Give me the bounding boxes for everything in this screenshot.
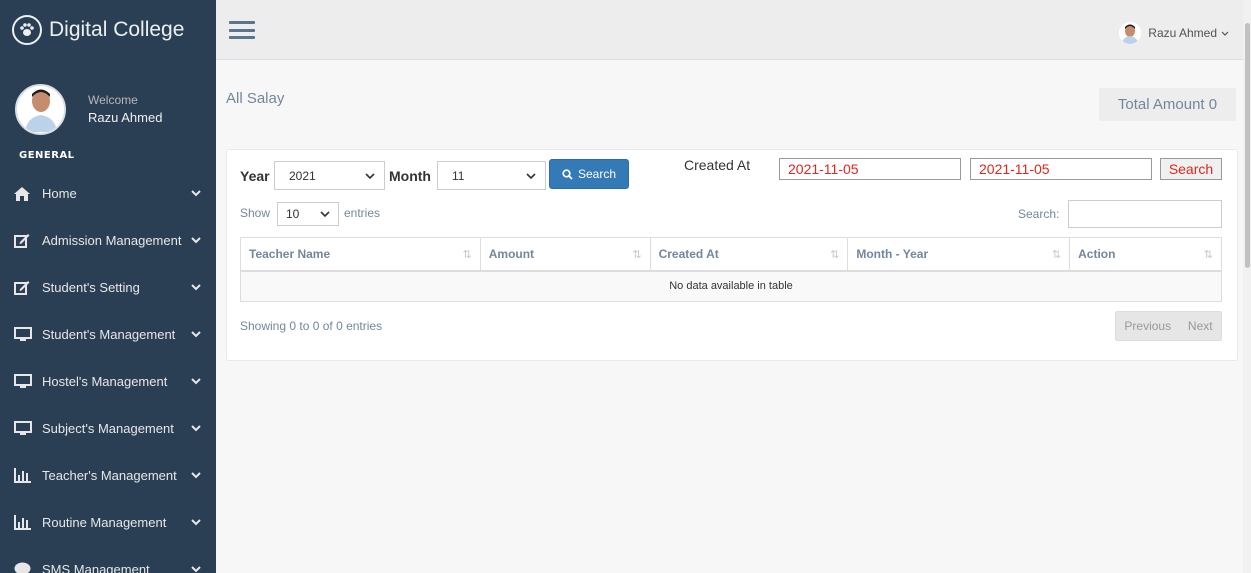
vertical-scrollbar[interactable]: [1243, 0, 1251, 573]
pagination: Previous Next: [1115, 311, 1222, 341]
year-label: Year: [240, 168, 270, 184]
sidebar-item-label: Routine Management: [42, 515, 167, 530]
sidebar-item-label: Student's Management: [42, 327, 176, 342]
chevron-down-icon: [190, 190, 202, 197]
bar-chart-icon: [14, 515, 38, 530]
top-nav: Razu Ahmed: [216, 0, 1251, 60]
brand[interactable]: Digital College: [0, 0, 216, 60]
menu-section-title: GENERAL: [19, 150, 75, 161]
next-button[interactable]: Next: [1188, 319, 1213, 333]
chevron-down-icon: [190, 378, 202, 385]
desktop-icon: [14, 327, 38, 342]
sidebar-item-subjects-management[interactable]: Subject's Management: [0, 405, 216, 452]
column-header-month-year[interactable]: Month - Year ⇅: [847, 237, 1071, 272]
column-header-action[interactable]: Action ⇅: [1069, 237, 1222, 272]
edit-icon: [14, 280, 38, 295]
created-at-label: Created At: [684, 157, 751, 173]
sidebar-item-sms-management[interactable]: SMS Management: [0, 546, 216, 573]
chevron-down-icon: [190, 331, 202, 338]
chevron-down-icon: [190, 519, 202, 526]
scrollbar-thumb[interactable]: [1245, 23, 1250, 268]
profile-name: Razu Ahmed: [88, 110, 163, 125]
sort-icon: ⇅: [1203, 249, 1213, 261]
month-select-value: 11: [452, 168, 465, 183]
avatar: [15, 83, 66, 135]
sidebar-item-hostels-management[interactable]: Hostel's Management: [0, 358, 216, 405]
chevron-down-icon: [190, 237, 202, 244]
date-search-button[interactable]: Search: [1160, 158, 1222, 180]
sidebar-item-label: Teacher's Management: [42, 468, 177, 483]
year-select[interactable]: 2021: [274, 161, 385, 190]
home-icon: [14, 186, 38, 201]
show-label: Show: [240, 206, 271, 220]
chevron-down-icon: [190, 425, 202, 432]
chevron-down-icon: [365, 169, 375, 186]
search-icon: [562, 168, 573, 180]
sidebar-item-admission-management[interactable]: Admission Management: [0, 217, 216, 264]
comment-icon: [14, 562, 38, 573]
sort-asc-icon: ⇅: [462, 249, 472, 261]
total-amount: Total Amount 0: [1099, 88, 1236, 121]
sidebar-item-label: Home: [42, 186, 77, 201]
desktop-icon: [14, 374, 38, 389]
sidebar-item-label: Admission Management: [42, 233, 182, 248]
chevron-down-icon: [1221, 26, 1229, 40]
paw-icon: [12, 15, 42, 45]
column-header-teacher-name[interactable]: Teacher Name ⇅: [240, 237, 481, 272]
sidebar-item-label: Subject's Management: [42, 421, 174, 436]
sidebar-item-routine-management[interactable]: Routine Management: [0, 499, 216, 546]
chevron-down-icon: [526, 169, 536, 186]
search-button[interactable]: Search: [549, 159, 629, 189]
sidebar-item-label: Student's Setting: [42, 280, 140, 295]
year-select-value: 2021: [289, 168, 316, 183]
search-button-label: Search: [577, 167, 617, 181]
menu-toggle-icon[interactable]: [229, 18, 255, 42]
profile-welcome: Welcome: [88, 93, 138, 107]
edit-icon: [14, 233, 38, 248]
sidebar: Digital College Welcome Razu Ahmed GENER…: [0, 0, 216, 573]
profile: Welcome Razu Ahmed: [0, 60, 216, 140]
table-header-row: Teacher Name ⇅ Amount ⇅ Created At ⇅ Month …: [240, 237, 1222, 272]
sidebar-item-students-management[interactable]: Student's Management: [0, 311, 216, 358]
avatar: [1119, 22, 1142, 44]
sidebar-item-home[interactable]: Home: [0, 170, 216, 217]
salary-table: Teacher Name ⇅ Amount ⇅ Created At ⇅ Month …: [240, 237, 1222, 302]
entries-label: entries: [344, 206, 381, 220]
bar-chart-icon: [14, 468, 38, 483]
sidebar-item-label: Hostel's Management: [42, 374, 168, 389]
brand-title: Digital College: [49, 18, 185, 41]
table-info: Showing 0 to 0 of 0 entries: [240, 319, 383, 333]
sidebar-item-teachers-management[interactable]: Teacher's Management: [0, 452, 216, 499]
page-title: All Salay: [226, 90, 285, 107]
sidebar-item-students-setting[interactable]: Student's Setting: [0, 264, 216, 311]
chevron-down-icon: [190, 472, 202, 479]
chevron-down-icon: [190, 284, 202, 291]
desktop-icon: [14, 421, 38, 436]
table-row: No data available in table: [240, 270, 1222, 302]
entries-select-value: 10: [286, 207, 300, 221]
chevron-down-icon: [190, 566, 202, 573]
month-label: Month: [389, 168, 431, 184]
column-header-created-at[interactable]: Created At ⇅: [649, 237, 849, 272]
sort-icon: ⇅: [830, 249, 840, 261]
previous-button[interactable]: Previous: [1124, 319, 1171, 333]
date-from-input[interactable]: 2021-11-05: [779, 158, 961, 180]
chevron-down-icon: [320, 208, 330, 223]
user-name: Razu Ahmed: [1148, 26, 1217, 40]
sidebar-item-label: SMS Management: [42, 562, 150, 573]
sort-icon: ⇅: [1051, 249, 1062, 261]
entries-select[interactable]: 10: [277, 202, 339, 226]
empty-table-message: No data available in table: [240, 270, 1222, 302]
table-search-label: Search:: [1018, 207, 1060, 221]
date-to-input[interactable]: 2021-11-05: [970, 158, 1152, 180]
sort-icon: ⇅: [632, 249, 642, 261]
column-header-amount[interactable]: Amount ⇅: [479, 237, 651, 272]
month-select[interactable]: 11: [437, 161, 546, 190]
table-search-input[interactable]: [1068, 200, 1222, 228]
user-menu[interactable]: Razu Ahmed: [1119, 22, 1229, 44]
